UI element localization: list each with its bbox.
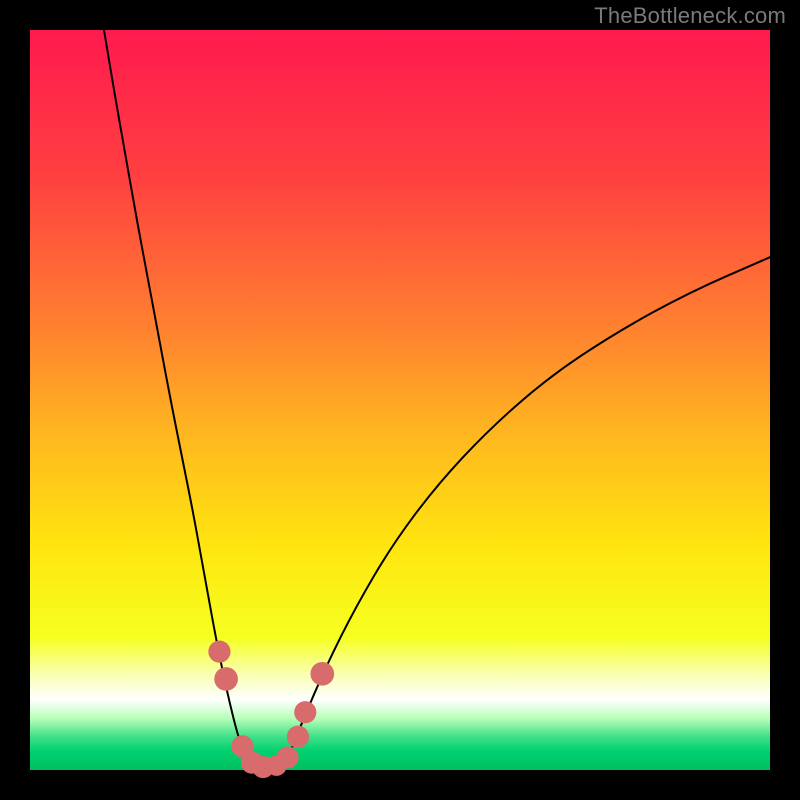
data-marker [208,641,230,663]
data-marker [214,667,238,691]
data-marker [276,746,298,768]
chart-frame: TheBottleneck.com [0,0,800,800]
data-marker [287,726,309,748]
bottleneck-chart [0,0,800,800]
data-marker [310,662,334,686]
plot-background [30,30,770,770]
watermark-text: TheBottleneck.com [594,3,786,29]
data-marker [294,701,316,723]
